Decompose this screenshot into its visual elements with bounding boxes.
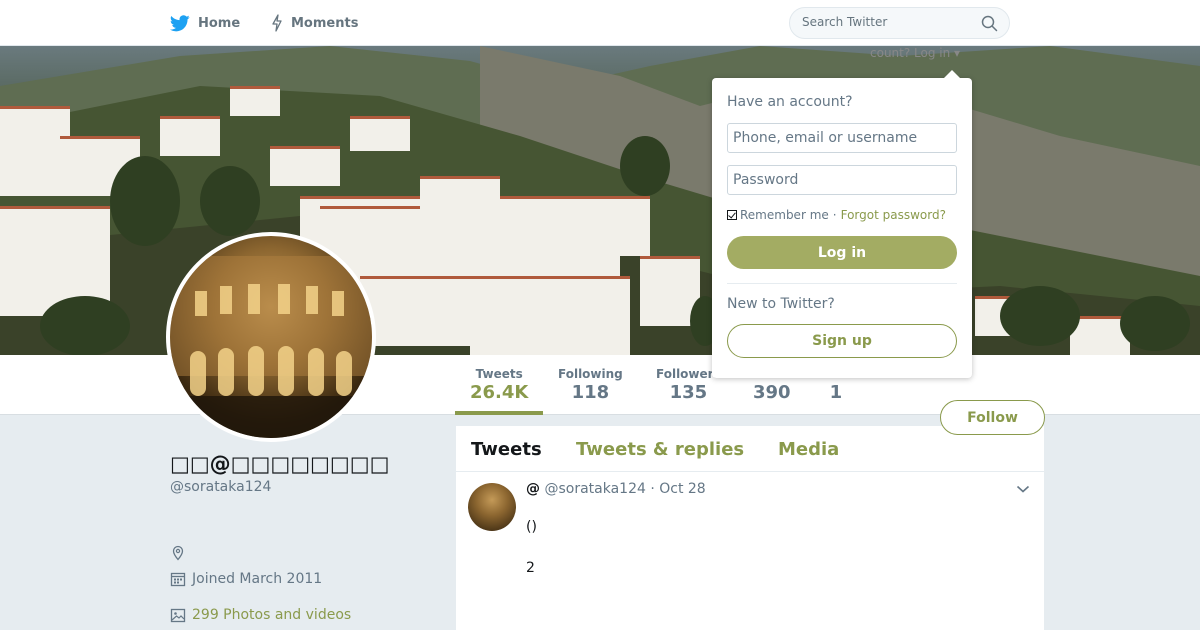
- nav-moments[interactable]: Moments: [271, 0, 358, 46]
- nav-home-label: Home: [198, 15, 241, 31]
- photos-videos-link[interactable]: 299 Photos and videos: [192, 607, 351, 623]
- banner-house: [350, 116, 410, 151]
- timeline: Tweets Tweets & replies Media @ @soratak…: [456, 426, 1044, 630]
- banner-house: [270, 146, 340, 186]
- banner-house: [160, 116, 220, 156]
- banner-tree: [1000, 286, 1080, 346]
- active-stat-underline: [455, 411, 543, 415]
- banner-tree: [110, 156, 180, 246]
- stat-label: Tweets: [475, 367, 523, 381]
- banner-tree: [1120, 296, 1190, 351]
- banner-tree: [40, 296, 130, 355]
- login-dropdown-title: Have an account?: [727, 94, 853, 110]
- photos-row[interactable]: 299 Photos and videos: [170, 607, 351, 623]
- login-button[interactable]: Log in: [727, 236, 957, 269]
- new-to-twitter-label: New to Twitter?: [727, 296, 835, 312]
- search-input[interactable]: [802, 15, 972, 29]
- stat-value: 1: [829, 382, 843, 403]
- dropdown-caret: [944, 70, 960, 78]
- stat-value: 26.4K: [470, 382, 529, 403]
- signup-button[interactable]: Sign up: [727, 324, 957, 358]
- remember-me-checkbox[interactable]: [727, 210, 737, 220]
- profile-name: □□@□□□□□□□□: [170, 452, 390, 476]
- profile-avatar[interactable]: [166, 232, 376, 442]
- nav-moments-label: Moments: [291, 15, 359, 31]
- stat-value: 135: [669, 382, 708, 403]
- stat-tweets[interactable]: Tweets 26.4K: [470, 367, 528, 403]
- location-row: [170, 545, 192, 561]
- photo-icon: [170, 608, 186, 623]
- tweet-header: @ @sorataka124 · Oct 28: [526, 481, 706, 497]
- password-field[interactable]: [727, 165, 957, 195]
- banner-house: [360, 276, 470, 346]
- tab-tweets[interactable]: Tweets: [471, 439, 542, 460]
- stat-label: Following: [558, 367, 623, 381]
- dropdown-divider: [727, 283, 957, 284]
- follow-button[interactable]: Follow: [940, 400, 1045, 435]
- remember-me-label[interactable]: Remember me: [740, 208, 829, 222]
- nav-home[interactable]: Home: [170, 0, 240, 46]
- banner-tree: [200, 166, 260, 236]
- stat-value: 118: [571, 382, 610, 403]
- location-pin-icon: [172, 545, 184, 561]
- separator-dot: ·: [832, 208, 837, 222]
- calendar-icon: [170, 572, 186, 587]
- banner-house: [420, 176, 500, 216]
- tab-tweets-replies[interactable]: Tweets & replies: [576, 439, 744, 460]
- banner-house: [500, 196, 650, 256]
- stat-label: Followers: [656, 367, 721, 381]
- banner-house: [230, 86, 280, 116]
- tweet-text-line: (): [526, 519, 537, 535]
- tweet-avatar[interactable]: [468, 483, 516, 531]
- top-nav-bar: Home Moments: [0, 0, 1200, 46]
- stat-value: 390: [753, 382, 791, 403]
- username-field[interactable]: [727, 123, 957, 153]
- joined-row: Joined March 2011: [170, 571, 322, 587]
- login-hint[interactable]: count? Log in ▾: [870, 46, 960, 60]
- tweet-text-line: 2: [526, 560, 535, 576]
- login-dropdown: Have an account? Remember me · Forgot pa…: [712, 78, 972, 378]
- search-icon[interactable]: [981, 15, 998, 32]
- joined-date: Joined March 2011: [192, 571, 323, 587]
- search-box: [789, 7, 1010, 39]
- tweet-meta[interactable]: @sorataka124 · Oct 28: [544, 481, 705, 497]
- remember-row: Remember me · Forgot password?: [727, 208, 946, 222]
- tab-media[interactable]: Media: [778, 439, 839, 460]
- banner-tree: [620, 136, 670, 196]
- stat-followers[interactable]: Followers 135: [656, 367, 721, 403]
- avatar-building-image: [170, 256, 372, 438]
- forgot-password-link[interactable]: Forgot password?: [841, 208, 946, 222]
- tweet-author-name[interactable]: @: [526, 481, 540, 497]
- banner-house: [470, 276, 630, 355]
- twitter-bird-icon: [170, 14, 190, 31]
- chevron-down-icon[interactable]: [1016, 484, 1030, 494]
- profile-handle[interactable]: @sorataka124: [170, 479, 271, 495]
- stat-following[interactable]: Following 118: [558, 367, 623, 403]
- lightning-icon: [272, 14, 282, 32]
